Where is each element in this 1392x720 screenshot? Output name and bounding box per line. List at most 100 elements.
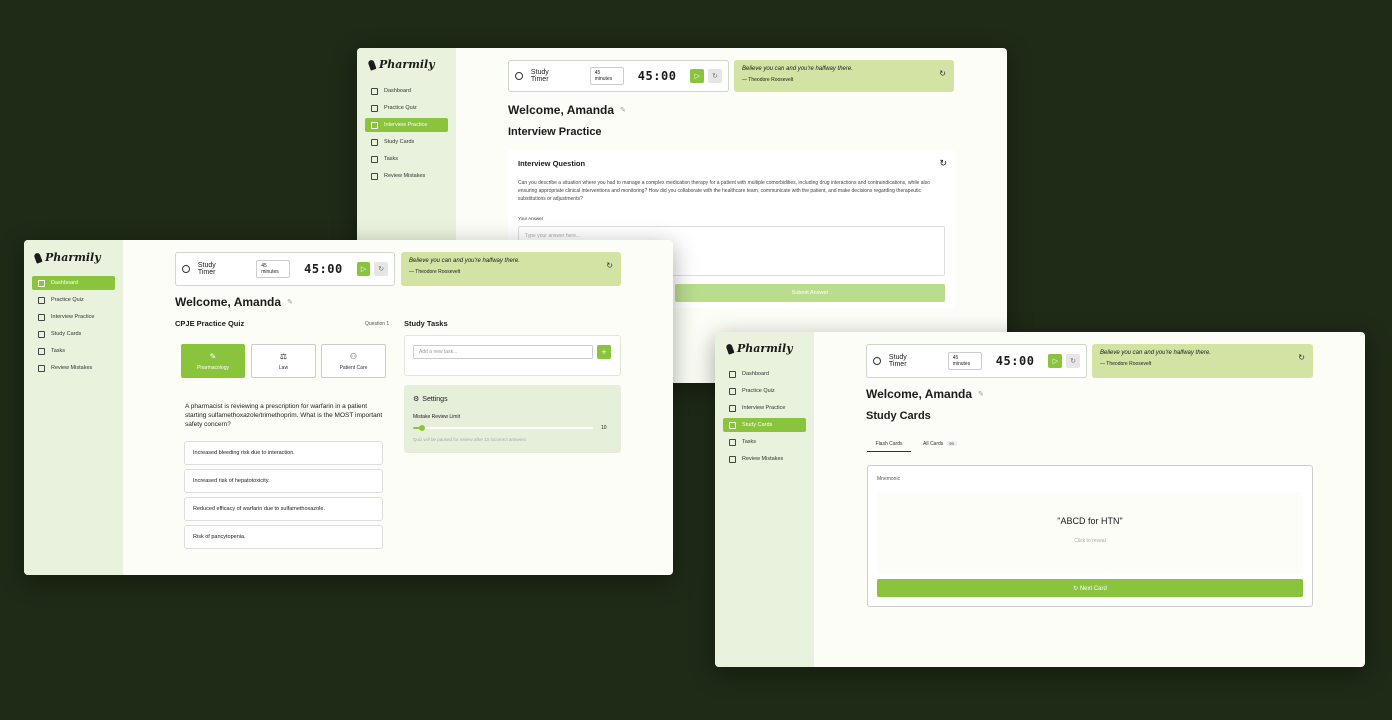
logo: Pharmily bbox=[725, 342, 793, 355]
quote-text: Believe you can and you're halfway there… bbox=[742, 66, 853, 72]
timer-label: Study Timer bbox=[197, 262, 216, 276]
timer-display: 45:00 bbox=[637, 69, 677, 83]
sidebar-item-label: Tasks bbox=[384, 156, 399, 162]
scale-icon: ⚖ bbox=[279, 351, 288, 361]
sidebar-item-dashboard[interactable]: Dashboard bbox=[32, 276, 115, 290]
logo-text: Pharmily bbox=[737, 342, 793, 355]
pencil-icon[interactable]: ✎ bbox=[978, 390, 984, 398]
sidebar-item-dashboard[interactable]: Dashboard bbox=[723, 367, 806, 381]
sidebar-item-practice-quiz[interactable]: Practice Quiz bbox=[365, 101, 448, 115]
sidebar-item-review-mistakes[interactable]: Review Mistakes bbox=[723, 452, 806, 466]
answer-label: Your Answer bbox=[518, 216, 544, 221]
sidebar-item-interview-practice[interactable]: Interview Practice bbox=[723, 401, 806, 415]
submit-button[interactable]: Submit Answer bbox=[675, 284, 945, 302]
welcome-text: Welcome, Amanda bbox=[175, 295, 282, 309]
quote-text: Believe you can and you're halfway there… bbox=[409, 258, 520, 264]
limit-hint: Quiz will be paused for review after 10 … bbox=[413, 437, 526, 442]
page-title: Interview Practice bbox=[508, 126, 602, 138]
logo-text: Pharmily bbox=[379, 58, 435, 71]
sidebar-item-study-cards[interactable]: Study Cards bbox=[32, 327, 115, 341]
logo-icon bbox=[33, 251, 43, 264]
tab-flash-cards[interactable]: Flash Cards bbox=[867, 441, 911, 452]
study-cards-window: Pharmily Dashboard Practice Quiz Intervi… bbox=[715, 332, 1365, 667]
sidebar-item-label: Interview Practice bbox=[384, 122, 428, 128]
cards-icon bbox=[371, 138, 378, 146]
limit-slider[interactable] bbox=[413, 427, 593, 429]
quote-box: Believe you can and you're halfway there… bbox=[1092, 344, 1313, 378]
refresh-icon[interactable]: ↻ bbox=[939, 69, 946, 78]
answer-option[interactable]: Risk of pancytopenia. bbox=[184, 525, 383, 549]
duration-select[interactable]: 45 minutes bbox=[256, 260, 291, 278]
chat-icon bbox=[371, 121, 378, 129]
answer-option[interactable]: Increased risk of hepatotoxicity. bbox=[184, 469, 383, 493]
logo: Pharmily bbox=[33, 251, 101, 264]
logo-icon bbox=[725, 342, 735, 355]
sidebar-nav: Dashboard Practice Quiz Interview Practi… bbox=[723, 367, 806, 469]
next-card-button[interactable]: ↻ Next Card bbox=[877, 579, 1303, 597]
add-task-button[interactable]: + bbox=[597, 345, 611, 359]
quote-text: Believe you can and you're halfway there… bbox=[1100, 350, 1211, 356]
welcome-text: Welcome, Amanda bbox=[866, 387, 973, 401]
logo: Pharmily bbox=[367, 58, 435, 71]
pencil-icon[interactable]: ✎ bbox=[287, 298, 293, 306]
refresh-icon[interactable]: ↻ bbox=[606, 261, 613, 270]
play-button[interactable]: ▷ bbox=[1048, 354, 1063, 368]
quote-author: — Theodore Roosevelt bbox=[742, 77, 794, 83]
limit-slider-handle[interactable] bbox=[419, 425, 425, 431]
play-button[interactable]: ▷ bbox=[356, 262, 371, 276]
grid-icon bbox=[729, 370, 736, 378]
sidebar-item-dashboard[interactable]: Dashboard bbox=[365, 84, 448, 98]
timer-label: Study Timer bbox=[530, 69, 549, 83]
answer-option[interactable]: Increased bleeding risk due to interacti… bbox=[184, 441, 383, 465]
duration-select[interactable]: 45 minutes bbox=[589, 67, 624, 85]
sidebar-item-interview-practice[interactable]: Interview Practice bbox=[365, 118, 448, 132]
sidebar-item-tasks[interactable]: Tasks bbox=[32, 344, 115, 358]
sidebar-item-label: Interview Practice bbox=[742, 405, 786, 411]
sidebar-item-interview-practice[interactable]: Interview Practice bbox=[32, 310, 115, 324]
timer-display: 45:00 bbox=[304, 262, 343, 276]
quote-box: Believe you can and you're halfway there… bbox=[401, 252, 621, 286]
flash-card-text: "ABCD for HTN" bbox=[1057, 516, 1123, 526]
sidebar-item-practice-quiz[interactable]: Practice Quiz bbox=[32, 293, 115, 307]
reset-button[interactable]: ↻ bbox=[708, 69, 722, 83]
play-button[interactable]: ▷ bbox=[690, 69, 705, 83]
category-pharmacology[interactable]: ✎ Pharmacology bbox=[181, 344, 245, 378]
cards-icon bbox=[729, 421, 736, 429]
task-input[interactable]: Add a new task... bbox=[413, 345, 593, 359]
card-type-label: Mnemonic bbox=[877, 476, 901, 482]
sidebar-item-study-cards[interactable]: Study Cards bbox=[365, 135, 448, 149]
pill-icon: ✎ bbox=[209, 351, 217, 361]
sidebar-item-label: Practice Quiz bbox=[742, 388, 775, 394]
logo-icon bbox=[367, 58, 377, 71]
answer-option[interactable]: Reduced efficacy of warfarin due to sulf… bbox=[184, 497, 383, 521]
flash-card[interactable]: "ABCD for HTN" Click to reveal bbox=[877, 492, 1303, 574]
page-title: Study Cards bbox=[866, 410, 931, 422]
sidebar-item-tasks[interactable]: Tasks bbox=[723, 435, 806, 449]
sidebar-item-tasks[interactable]: Tasks bbox=[365, 152, 448, 166]
x-box-icon bbox=[371, 172, 378, 180]
reset-button[interactable]: ↻ bbox=[374, 262, 388, 276]
sidebar-nav: Dashboard Practice Quiz Interview Practi… bbox=[365, 84, 448, 186]
flash-card-panel: Mnemonic "ABCD for HTN" Click to reveal … bbox=[867, 465, 1313, 607]
duration-select[interactable]: 45 minutes bbox=[947, 352, 982, 370]
category-law[interactable]: ⚖ Law bbox=[251, 344, 316, 378]
sidebar-item-label: Study Cards bbox=[742, 422, 773, 428]
refresh-icon[interactable]: ↻ bbox=[939, 158, 947, 169]
tab-all-cards[interactable]: All Cards 99 bbox=[923, 441, 957, 447]
grid-icon bbox=[371, 87, 378, 95]
sidebar-item-label: Interview Practice bbox=[51, 314, 95, 320]
category-patient-care[interactable]: ⚇ Patient Care bbox=[321, 344, 386, 378]
sidebar-item-practice-quiz[interactable]: Practice Quiz bbox=[723, 384, 806, 398]
sidebar-item-review-mistakes[interactable]: Review Mistakes bbox=[32, 361, 115, 375]
pencil-icon[interactable]: ✎ bbox=[620, 106, 626, 114]
sidebar-item-label: Study Cards bbox=[384, 139, 415, 145]
quote-box: Believe you can and you're halfway there… bbox=[734, 60, 954, 92]
sidebar-item-review-mistakes[interactable]: Review Mistakes bbox=[365, 169, 448, 183]
refresh-icon[interactable]: ↻ bbox=[1298, 353, 1305, 362]
reset-button[interactable]: ↻ bbox=[1066, 354, 1080, 368]
sidebar: Pharmily Dashboard Practice Quiz Intervi… bbox=[715, 332, 814, 667]
sidebar-item-label: Dashboard bbox=[51, 280, 78, 286]
bulb-icon bbox=[38, 296, 45, 304]
sidebar-item-study-cards[interactable]: Study Cards bbox=[723, 418, 806, 432]
chat-icon bbox=[38, 313, 45, 321]
